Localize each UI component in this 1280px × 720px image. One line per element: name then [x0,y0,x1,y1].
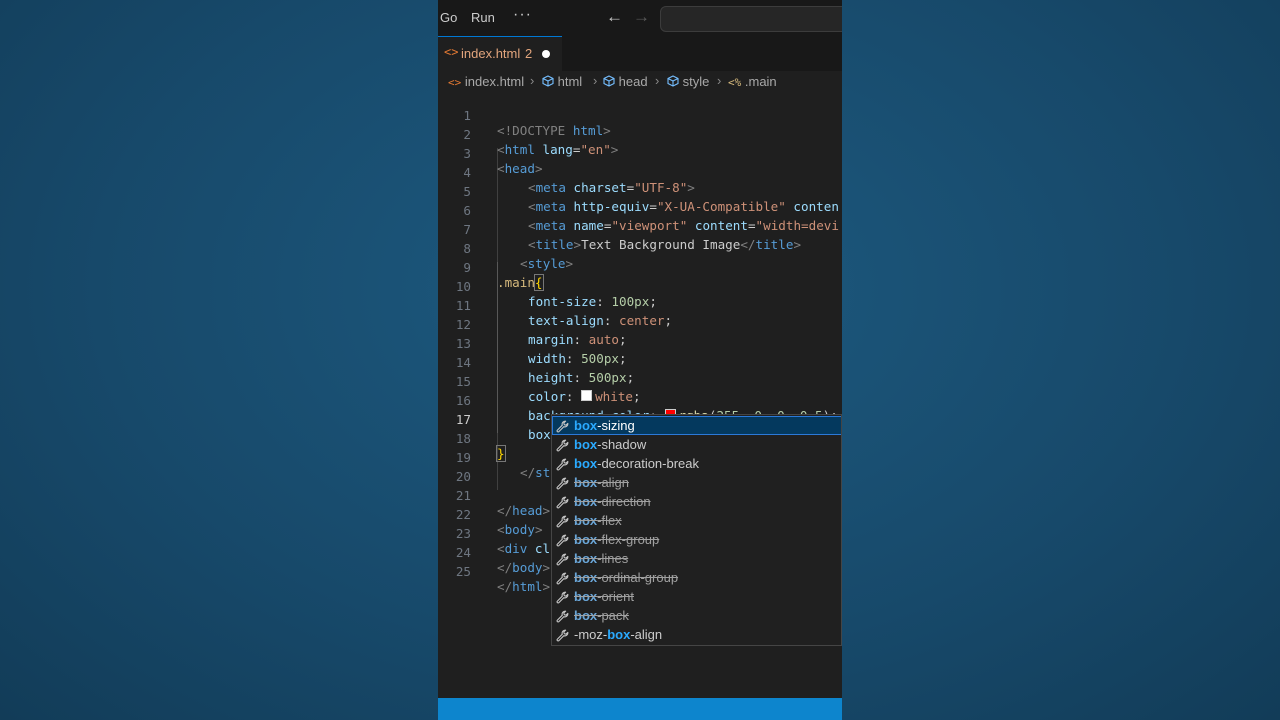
tab-index-html[interactable]: <> index.html 2 [438,36,562,71]
menu-run[interactable]: Run [471,10,495,25]
suggestion-label: box-flex-group [574,532,660,547]
chevron-right-icon: › [593,73,598,88]
html-file-icon: <> [444,45,459,59]
suggestion-item[interactable]: box-orient [552,587,841,606]
suggestion-label: box-direction [574,494,651,509]
chevron-right-icon: › [717,73,722,88]
breadcrumb-label: head [618,74,648,89]
breadcrumb-item-file[interactable]: <> index.html [448,74,524,89]
breadcrumb-label: html [557,74,583,89]
suggestion-item[interactable]: box-direction [552,492,841,511]
suggestion-item[interactable]: -moz-box-align [552,625,841,644]
suggestion-item[interactable]: box-flex [552,511,841,530]
cube-icon [542,75,554,87]
code-line: 12 margin: auto; [438,300,842,347]
code-line: 3 <head> [438,129,842,176]
suggestion-item[interactable]: box-flex-group [552,530,841,549]
code-line: 2 <html lang="en"> [438,110,842,157]
code-line-active: 17 box [438,395,842,442]
title-bar: Go Run ··· ← → [438,0,842,36]
menu-more-icon[interactable]: ··· [513,6,532,24]
suggestion-item[interactable]: box-pack [552,606,841,625]
menu-go[interactable]: Go [440,10,457,25]
code-line: 4 <meta charset="UTF-8"> [438,148,842,195]
breadcrumb: <> index.html › html › head › style › <%… [438,71,842,93]
tab-bar: <> index.html 2 [438,36,842,71]
problem-count-badge: 2 [525,46,533,61]
suggestion-label: box-flex [574,513,622,528]
wrench-icon [556,590,569,604]
code-line: 9 .main{ [438,243,842,291]
suggestion-label: box-lines [574,551,629,566]
breadcrumb-item-style[interactable]: style [667,74,709,89]
suggestion-label: box-align [574,475,629,490]
status-bar [438,698,842,720]
code-line: 5 <meta http-equiv="X-UA-Compatible" con… [438,167,842,214]
tab-label: index.html [461,46,521,61]
code-line: 6 <meta name="viewport" content="width=d… [438,186,842,233]
suggestion-item[interactable]: box-align [552,473,841,492]
suggestion-label: box-orient [574,589,634,604]
line-number: 25 [455,564,471,579]
suggestion-item[interactable]: box-ordinal-group [552,568,841,587]
code-line: 1 <!DOCTYPE html> [438,91,842,138]
suggestion-label: -moz-box-align [574,627,663,642]
arrow-right-icon[interactable]: → [633,7,650,27]
suggestion-item[interactable]: box-decoration-break [552,454,841,473]
command-center-search[interactable] [660,6,842,32]
suggestion-label: box-decoration-break [574,456,700,471]
html-file-icon: <> [448,76,462,89]
code-line: 16 background-color: rgba(255, 0, 0, 0.5… [438,376,842,423]
suggestion-label: box-ordinal-group [574,570,679,585]
code-line: 7 <title>Text Background Image</title> [438,205,842,252]
wrench-icon [556,495,569,509]
breadcrumb-label: index.html [464,74,525,89]
code-line: 13 width: 500px; [438,319,842,366]
wrench-icon [556,533,569,547]
breadcrumb-label: .main [744,74,777,89]
suggestion-item[interactable]: box-lines [552,549,841,568]
code-line: 15 color: white; [438,357,842,404]
breadcrumb-item-head[interactable]: head [603,74,648,89]
code-line: 10 font-size: 100px; [438,262,842,309]
code-line: 8 <style> [438,224,842,271]
wrench-icon [556,419,569,433]
unsaved-dot-icon[interactable] [542,50,550,58]
breadcrumb-item-main[interactable]: <% .main [728,74,777,89]
wrench-icon [556,628,569,642]
suggestion-label: box-sizing [574,418,635,433]
suggestion-item[interactable]: box-sizing [552,416,841,435]
code-line: 14 height: 500px; [438,338,842,385]
wrench-icon [556,552,569,566]
suggestion-label: box-pack [574,608,629,623]
wrench-icon [556,514,569,528]
breadcrumb-label: style [682,74,710,89]
wrench-icon [556,609,569,623]
wrench-icon [556,571,569,585]
breadcrumb-item-html[interactable]: html [542,74,582,89]
wrench-icon [556,457,569,471]
cube-icon [603,75,615,87]
suggestion-label: box-shadow [574,437,647,452]
wrench-icon [556,476,569,490]
suggestion-item[interactable]: box-shadow [552,435,841,454]
code-line: 11 text-align: center; [438,281,842,328]
css-selector-icon: <% [728,76,742,89]
line-content: </html> [497,579,551,594]
cube-icon [667,75,679,87]
chevron-right-icon: › [530,73,535,88]
chevron-right-icon: › [655,73,660,88]
arrow-left-icon[interactable]: ← [606,7,623,27]
autocomplete-suggest-widget: box-sizing box-shadow box-decoration-break… [551,414,842,646]
wrench-icon [556,438,569,452]
